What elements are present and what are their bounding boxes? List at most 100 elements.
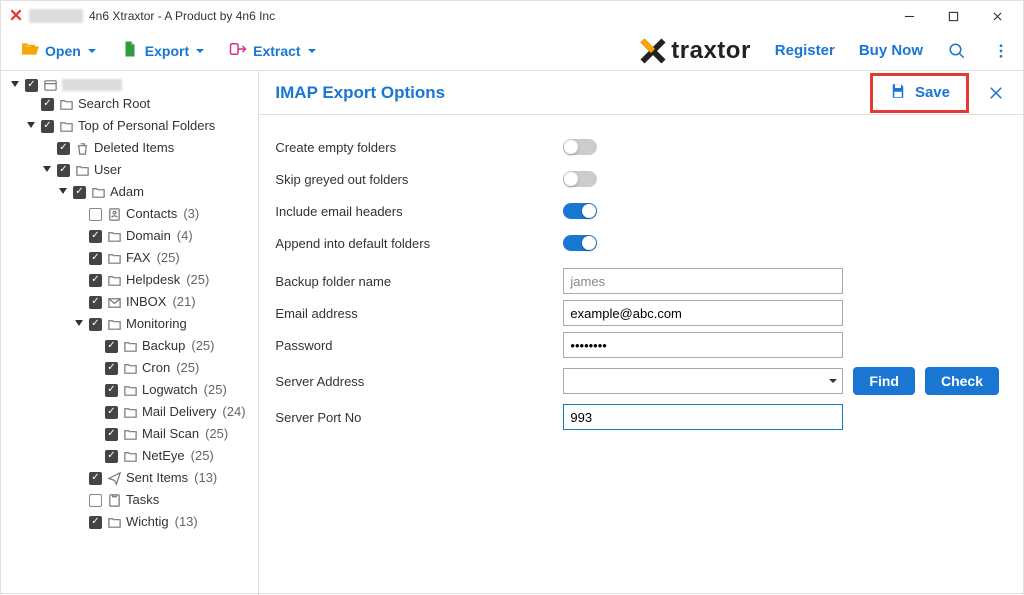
tree-item[interactable]: Backup(25): [89, 335, 256, 357]
main-toolbar: Open Export Extract traxtor Register Buy…: [1, 31, 1023, 71]
opt-create-empty-label: Create empty folders: [275, 140, 563, 155]
server-address-combo[interactable]: [563, 368, 843, 394]
toggle-skip-greyed[interactable]: [563, 171, 597, 187]
contacts-icon: [106, 206, 122, 222]
open-button[interactable]: Open: [13, 36, 105, 65]
checkbox[interactable]: [41, 120, 54, 133]
checkbox[interactable]: [105, 428, 118, 441]
checkbox[interactable]: [89, 318, 102, 331]
checkbox[interactable]: [89, 274, 102, 287]
tree-item[interactable]: Helpdesk(25): [73, 269, 256, 291]
checkbox[interactable]: [105, 362, 118, 375]
tree-label: Backup: [142, 335, 185, 357]
checkbox[interactable]: [57, 142, 70, 155]
tree-root[interactable]: [9, 77, 256, 93]
checkbox[interactable]: [105, 450, 118, 463]
checkbox[interactable]: [41, 98, 54, 111]
folder-icon: [58, 96, 74, 112]
checkbox[interactable]: [89, 230, 102, 243]
save-button[interactable]: Save: [870, 73, 969, 113]
checkbox[interactable]: [89, 252, 102, 265]
server-port-input[interactable]: [563, 404, 843, 430]
checkbox[interactable]: [25, 79, 38, 92]
tree-item[interactable]: Mail Delivery(24): [89, 401, 256, 423]
folder-icon: [122, 448, 138, 464]
title-redacted: [29, 9, 83, 23]
tree-item[interactable]: Search Root: [25, 93, 256, 115]
backup-folder-input[interactable]: [563, 268, 843, 294]
tree-item[interactable]: Adam: [57, 181, 256, 203]
window-title: 4n6 Xtraxtor - A Product by 4n6 Inc: [89, 9, 275, 23]
tree-item[interactable]: Tasks: [73, 489, 256, 511]
find-button[interactable]: Find: [853, 367, 915, 395]
checkbox[interactable]: [105, 406, 118, 419]
close-window-button[interactable]: [975, 2, 1019, 30]
checkbox[interactable]: [89, 296, 102, 309]
collapse-icon[interactable]: [57, 186, 69, 198]
tree-item[interactable]: Monitoring: [73, 313, 256, 335]
chevron-down-icon: [195, 46, 205, 56]
open-label: Open: [45, 43, 81, 59]
checkbox[interactable]: [89, 516, 102, 529]
tree-item[interactable]: NetEye(25): [89, 445, 256, 467]
toggle-create-empty[interactable]: [563, 139, 597, 155]
tree-item[interactable]: Logwatch(25): [89, 379, 256, 401]
checkbox[interactable]: [105, 384, 118, 397]
toggle-append-default[interactable]: [563, 235, 597, 251]
tree-item[interactable]: Sent Items(13): [73, 467, 256, 489]
tree-label: Helpdesk: [126, 269, 180, 291]
check-button[interactable]: Check: [925, 367, 999, 395]
tree-count: (3): [183, 203, 199, 225]
more-menu-button[interactable]: [991, 41, 1011, 61]
folder-icon: [58, 118, 74, 134]
password-input[interactable]: [563, 332, 843, 358]
tree-label: Sent Items: [126, 467, 188, 489]
checkbox[interactable]: [73, 186, 86, 199]
maximize-button[interactable]: [931, 2, 975, 30]
extract-icon: [229, 40, 247, 61]
tree-item[interactable]: Contacts(3): [73, 203, 256, 225]
tree-item[interactable]: FAX(25): [73, 247, 256, 269]
tree-label: Adam: [110, 181, 144, 203]
toggle-email-headers[interactable]: [563, 203, 597, 219]
search-button[interactable]: [947, 41, 967, 61]
tree-item[interactable]: INBOX(21): [73, 291, 256, 313]
checkbox[interactable]: [89, 472, 102, 485]
chevron-down-icon: [828, 374, 838, 389]
register-link[interactable]: Register: [775, 42, 835, 59]
collapse-icon[interactable]: [25, 120, 37, 132]
email-input[interactable]: [563, 300, 843, 326]
buy-now-link[interactable]: Buy Now: [859, 42, 923, 59]
tree-label: INBOX: [126, 291, 166, 313]
collapse-icon[interactable]: [41, 164, 53, 176]
collapse-icon[interactable]: [9, 79, 21, 91]
extract-button[interactable]: Extract: [221, 36, 324, 65]
tree-label: Tasks: [126, 489, 159, 511]
tree-item[interactable]: Top of Personal Folders: [25, 115, 256, 137]
checkbox[interactable]: [89, 494, 102, 507]
folder-open-icon: [21, 40, 39, 61]
titlebar: 4n6 Xtraxtor - A Product by 4n6 Inc: [1, 1, 1023, 31]
product-logo: traxtor: [639, 37, 751, 65]
checkbox[interactable]: [57, 164, 70, 177]
close-panel-button[interactable]: [985, 82, 1007, 104]
main-panel: IMAP Export Options Save Create empty fo…: [259, 71, 1023, 595]
checkbox[interactable]: [105, 340, 118, 353]
tree-item[interactable]: User: [41, 159, 256, 181]
tree-item[interactable]: Mail Scan(25): [89, 423, 256, 445]
save-icon: [889, 82, 907, 104]
minimize-button[interactable]: [887, 2, 931, 30]
folder-icon: [122, 382, 138, 398]
tree-item[interactable]: Deleted Items: [41, 137, 256, 159]
collapse-icon[interactable]: [73, 318, 85, 330]
extract-label: Extract: [253, 43, 300, 59]
opt-append-default-label: Append into default folders: [275, 236, 563, 251]
export-button[interactable]: Export: [113, 36, 213, 65]
app-icon: [9, 8, 23, 25]
tree-item[interactable]: Cron(25): [89, 357, 256, 379]
checkbox[interactable]: [89, 208, 102, 221]
tree-count: (24): [222, 401, 245, 423]
tree-item[interactable]: Wichtig(13): [73, 511, 256, 533]
file-export-icon: [121, 40, 139, 61]
tree-item[interactable]: Domain(4): [73, 225, 256, 247]
